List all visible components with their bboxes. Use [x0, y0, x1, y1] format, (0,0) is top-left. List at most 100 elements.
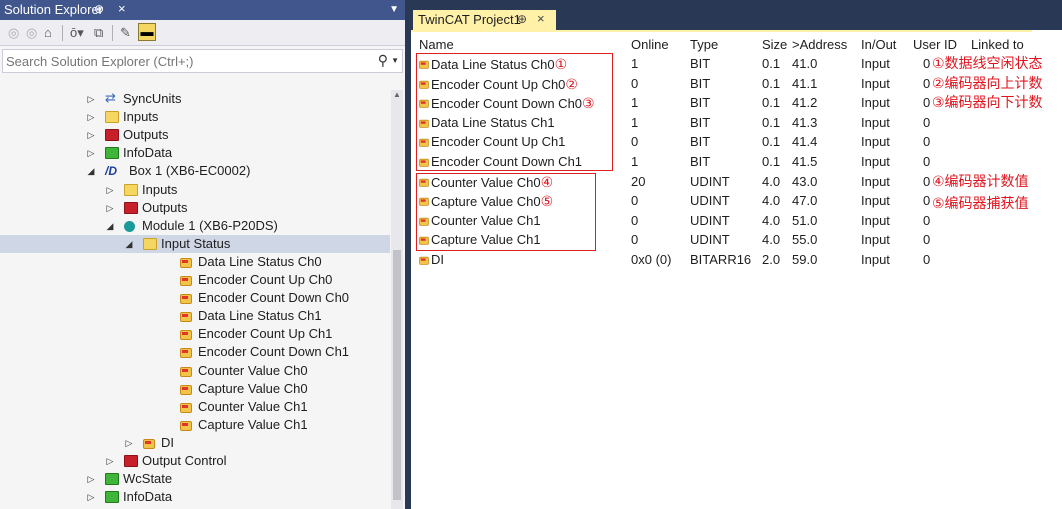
column-header-inout[interactable]: In/Out	[861, 36, 896, 54]
tree-item-label: Outputs	[123, 127, 169, 143]
tree-item[interactable]: ◢ Module 1 (XB6-P20DS)	[0, 217, 390, 235]
home-icon[interactable]: ⌂	[44, 24, 52, 42]
address-cell: 41.4	[792, 134, 818, 150]
column-header-user-id[interactable]: User ID	[913, 36, 957, 54]
online-cell: 1	[631, 114, 639, 130]
column-header-address[interactable]: >Address	[792, 36, 847, 54]
size-cell: 0.1	[762, 56, 781, 71]
tree-item-label: Encoder Count Down Ch1	[198, 344, 350, 360]
tree-item[interactable]: ▷ Output Control	[0, 452, 390, 470]
pin-icon[interactable]: ⊕	[94, 2, 104, 16]
tree-item[interactable]: Data Line Status Ch0	[0, 253, 390, 271]
tree-item[interactable]: Encoder Count Down Ch0	[0, 289, 390, 307]
expand-arrow-icon[interactable]: ▷	[104, 199, 116, 217]
tree-item-label: SyncUnits	[123, 91, 182, 106]
inout-cell: Input	[861, 154, 890, 169]
address-cell: 55.0	[792, 232, 818, 248]
expand-arrow-icon[interactable]: ▷	[85, 126, 97, 144]
type-cell: UDINT	[690, 173, 730, 189]
user-id-cell: 0	[923, 173, 931, 189]
expand-arrow-icon[interactable]: ▷	[85, 488, 97, 506]
window-dropdown-icon[interactable]: ▼	[389, 4, 399, 15]
annotation-note: ①数据线空闲状态	[932, 55, 1043, 71]
expand-arrow-icon[interactable]: ▷	[104, 181, 116, 199]
tree-item[interactable]: ▷ InfoData	[0, 488, 390, 506]
tree-item[interactable]: Data Line Status Ch1	[0, 307, 390, 325]
variable-name-cell[interactable]: DI	[431, 251, 444, 269]
column-header-size[interactable]: Size	[762, 36, 787, 54]
tree-item[interactable]: ▷ Inputs	[0, 108, 390, 126]
type-cell: BIT	[690, 95, 711, 111]
collapse-arrow-icon[interactable]: ◢	[85, 162, 97, 180]
properties-wrench-icon[interactable]: ✎	[120, 24, 131, 42]
tab-twincat-project1[interactable]: TwinCAT Project1 ⊕ ×	[413, 10, 556, 30]
collapse-arrow-icon[interactable]: ◢	[123, 235, 135, 253]
tree-item[interactable]: Counter Value Ch0	[0, 362, 390, 380]
tree-item-label: Data Line Status Ch0	[198, 253, 322, 269]
variable-icon	[180, 347, 192, 359]
variable-grid: Name Online Type Size >Address In/Out Us…	[411, 32, 1062, 509]
inout-cell: Input	[861, 193, 890, 209]
tree-item[interactable]: Encoder Count Up Ch1	[0, 325, 390, 343]
variable-icon	[180, 420, 192, 431]
tree-item[interactable]: Encoder Count Up Ch0	[0, 271, 390, 289]
tree-item[interactable]: ▷ WcState	[0, 470, 390, 488]
column-header-linked-to[interactable]: Linked to	[971, 36, 1024, 54]
tree-item[interactable]: Counter Value Ch1	[0, 398, 390, 416]
size-cell: 4.0	[762, 232, 781, 248]
search-icon[interactable]: ⚲	[378, 52, 388, 69]
tree-scrollbar[interactable]: ▲	[391, 90, 403, 509]
tree-item[interactable]: ▷ Outputs	[0, 199, 390, 217]
inout-cell: Input	[861, 56, 890, 71]
expand-arrow-icon[interactable]: ▷	[104, 452, 116, 470]
user-id-cell: 0	[923, 75, 931, 91]
tree-item[interactable]: ▷ InfoData	[0, 144, 390, 162]
type-cell: UDINT	[690, 193, 730, 209]
expand-arrow-icon[interactable]: ▷	[85, 470, 97, 488]
user-id-cell: 0	[923, 232, 931, 248]
tree-item[interactable]: Capture Value Ch0	[0, 380, 390, 398]
expand-arrow-icon[interactable]: ▷	[85, 108, 97, 126]
solution-explorer-search-box[interactable]: ⚲ ▼	[2, 49, 403, 73]
column-header-type[interactable]: Type	[690, 36, 718, 54]
column-header-online[interactable]: Online	[631, 36, 669, 54]
solution-explorer-panel: Solution Explorer ⊕ × ▼ ◎ ◎ ⌂ ō▾ ⧉ ✎ ▬ ⚲…	[0, 0, 405, 509]
close-icon[interactable]: ×	[537, 11, 545, 26]
column-header-name[interactable]: Name	[419, 36, 454, 54]
tree-item[interactable]: ▷ Inputs	[0, 181, 390, 199]
expand-arrow-icon[interactable]: ▷	[85, 90, 97, 108]
search-input[interactable]	[6, 52, 356, 70]
expand-arrow-icon[interactable]: ▷	[123, 434, 135, 452]
tree-item[interactable]: ◢ /D Box 1 (XB6-EC0002)	[0, 162, 390, 180]
collapse-arrow-icon[interactable]: ◢	[104, 217, 116, 235]
preview-toggle-icon[interactable]: ▬	[138, 23, 156, 41]
scrollbar-thumb[interactable]	[393, 250, 401, 500]
address-cell: 41.3	[792, 114, 818, 130]
tree-item[interactable]: ▷ ⇄ SyncUnits	[0, 90, 390, 108]
address-cell: 41.1	[792, 75, 818, 91]
type-cell: BIT	[690, 114, 711, 130]
tree-item-label: InfoData	[123, 489, 173, 505]
address-cell: 59.0	[792, 252, 818, 267]
sync-with-document-icon[interactable]: ⧉	[94, 24, 103, 42]
tree-item[interactable]: ▷ Outputs	[0, 126, 390, 144]
address-cell: 47.0	[792, 193, 818, 209]
scroll-up-icon[interactable]: ▲	[393, 90, 401, 99]
tree-item[interactable]: ▷ DI	[0, 434, 390, 452]
search-options-dropdown-icon[interactable]: ▼	[391, 56, 399, 65]
tree-item-label: Counter Value Ch0	[198, 362, 308, 378]
back-icon[interactable]: ◎	[8, 24, 19, 42]
annotation-note: ④编码器计数值	[932, 172, 1029, 189]
tree-item[interactable]: Capture Value Ch1	[0, 416, 390, 434]
box-icon: /D	[105, 164, 117, 179]
forward-icon[interactable]: ◎	[26, 24, 37, 42]
pending-changes-icon[interactable]: ō▾	[70, 24, 84, 42]
inout-cell: Input	[861, 75, 890, 91]
user-id-cell: 0	[923, 95, 931, 111]
tree-item[interactable]: Encoder Count Down Ch1	[0, 343, 390, 361]
close-icon[interactable]: ×	[118, 1, 126, 16]
tree-item-label: Outputs	[142, 199, 188, 215]
expand-arrow-icon[interactable]: ▷	[85, 144, 97, 162]
tree-item[interactable]: ◢ Input Status	[0, 234, 390, 253]
pin-icon[interactable]: ⊕	[517, 12, 527, 26]
